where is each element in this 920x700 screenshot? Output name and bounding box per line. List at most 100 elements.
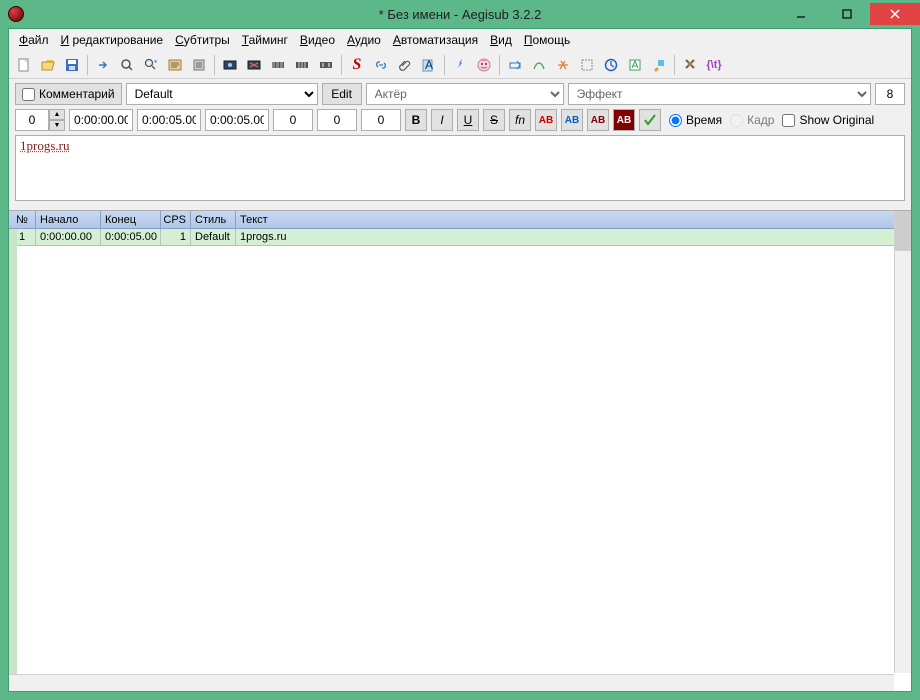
comment-checkbox-wrap[interactable]: Комментарий: [15, 83, 122, 105]
client-area: ФайлИ редактированиеСубтитрыТаймингВидео…: [8, 28, 912, 692]
translation-assistant-icon[interactable]: [624, 54, 646, 76]
menu-file[interactable]: Файл: [13, 31, 55, 49]
menu-edit[interactable]: И редактирование: [55, 31, 170, 49]
bold-button[interactable]: B: [405, 109, 427, 131]
show-original-checkbox[interactable]: [782, 114, 795, 127]
shift-times-icon[interactable]: [504, 54, 526, 76]
italic-button[interactable]: I: [431, 109, 453, 131]
menu-video[interactable]: Видео: [294, 31, 341, 49]
outline-color-button[interactable]: AB: [587, 109, 609, 131]
layer-down-button[interactable]: ▼: [49, 120, 65, 131]
cell-style: Default: [191, 229, 236, 245]
menu-help[interactable]: Помощь: [518, 31, 576, 49]
menu-automation[interactable]: Автоматизация: [387, 31, 484, 49]
timing-postprocessor-icon[interactable]: [528, 54, 550, 76]
video-open-icon[interactable]: [219, 54, 241, 76]
fonts-collector-icon[interactable]: A: [418, 54, 440, 76]
grid-row[interactable]: 1 0:00:00.00 0:00:05.00 1 Default 1progs…: [9, 229, 911, 246]
edit-style-button[interactable]: Edit: [322, 83, 362, 105]
save-file-icon[interactable]: [61, 54, 83, 76]
menubar: ФайлИ редактированиеСубтитрыТаймингВидео…: [9, 29, 911, 51]
margin-right-input[interactable]: [317, 109, 357, 131]
menu-subtitles[interactable]: Субтитры: [169, 31, 236, 49]
arrow-right-icon[interactable]: [92, 54, 114, 76]
layer-input[interactable]: [15, 109, 49, 131]
styling-assistant-icon[interactable]: [648, 54, 670, 76]
assistant-icon[interactable]: [473, 54, 495, 76]
time-radio[interactable]: [669, 114, 682, 127]
app-icon: [8, 6, 24, 22]
vertical-scrollbar[interactable]: [894, 211, 911, 673]
attachments-icon[interactable]: [188, 54, 210, 76]
subtitle-text-input[interactable]: 1progs.ru: [15, 135, 905, 201]
cell-cps: 1: [161, 229, 191, 245]
spellcheck-icon[interactable]: [600, 54, 622, 76]
effect-input[interactable]: Эффект: [568, 83, 871, 105]
menu-timing[interactable]: Тайминг: [236, 31, 294, 49]
close-button[interactable]: [870, 3, 920, 25]
automation-icon[interactable]: [449, 54, 471, 76]
underline-button[interactable]: U: [457, 109, 479, 131]
cell-end: 0:00:05.00: [101, 229, 161, 245]
app-window: * Без имени - Aegisub 3.2.2 ФайлИ редакт…: [0, 0, 920, 700]
cell-text: 1progs.ru: [236, 229, 911, 245]
comment-checkbox[interactable]: [22, 88, 35, 101]
frame-radio: [730, 114, 743, 127]
col-text[interactable]: Текст: [236, 211, 911, 228]
frame-mode-radio[interactable]: Кадр: [730, 113, 774, 127]
titlebar: * Без имени - Aegisub 3.2.2: [0, 0, 920, 28]
end-time-input[interactable]: [137, 109, 201, 131]
subtitle-text-wrap: 1progs.ru: [15, 135, 905, 204]
main-toolbar: S A {\t}: [9, 51, 911, 79]
menu-audio[interactable]: Аудио: [341, 31, 387, 49]
col-start[interactable]: Начало: [36, 211, 101, 228]
options-icon[interactable]: [679, 54, 701, 76]
search-replace-icon[interactable]: [140, 54, 162, 76]
maximize-button[interactable]: [824, 3, 870, 25]
video-close-icon[interactable]: [243, 54, 265, 76]
toolbar-separator: [341, 55, 342, 75]
styles-manager-icon[interactable]: S: [346, 54, 368, 76]
font-name-button[interactable]: fn: [509, 109, 531, 131]
primary-color-button[interactable]: AB: [535, 109, 557, 131]
col-style[interactable]: Стиль: [191, 211, 236, 228]
subtitle-grid: № Начало Конец CPS Стиль Текст 1 0:00:00…: [9, 210, 911, 691]
margin-left-input[interactable]: [273, 109, 313, 131]
show-original-check[interactable]: Show Original: [782, 113, 874, 127]
time-mode-radio[interactable]: Время: [669, 113, 722, 127]
style-select[interactable]: Default: [126, 83, 318, 105]
timeline-icon-1[interactable]: [267, 54, 289, 76]
attachment-clip-icon[interactable]: [394, 54, 416, 76]
window-buttons: [778, 3, 920, 25]
new-file-icon[interactable]: [13, 54, 35, 76]
open-file-icon[interactable]: [37, 54, 59, 76]
toolbar-separator: [444, 55, 445, 75]
col-cps[interactable]: CPS: [161, 211, 191, 228]
secondary-color-button[interactable]: AB: [561, 109, 583, 131]
minimize-button[interactable]: [778, 3, 824, 25]
resample-icon[interactable]: [576, 54, 598, 76]
timeline-icon-2[interactable]: [291, 54, 313, 76]
horizontal-scrollbar[interactable]: [9, 674, 894, 691]
shadow-color-button[interactable]: AB: [613, 109, 635, 131]
cycle-tag-icon[interactable]: {\t}: [703, 54, 725, 76]
layer-up-button[interactable]: ▲: [49, 109, 65, 120]
commit-button[interactable]: [639, 109, 661, 131]
edit-row-timing: ▲ ▼ B I U S fn AB AB AB AB Время: [9, 109, 911, 135]
timeline-icon-3[interactable]: [315, 54, 337, 76]
search-icon[interactable]: [116, 54, 138, 76]
properties-icon[interactable]: [164, 54, 186, 76]
kanji-timer-icon[interactable]: [552, 54, 574, 76]
col-num[interactable]: №: [9, 211, 36, 228]
link-icon[interactable]: [370, 54, 392, 76]
start-time-input[interactable]: [69, 109, 133, 131]
col-end[interactable]: Конец: [101, 211, 161, 228]
toolbar-separator: [674, 55, 675, 75]
char-count: [875, 83, 905, 105]
margin-vertical-input[interactable]: [361, 109, 401, 131]
duration-input[interactable]: [205, 109, 269, 131]
scrollbar-thumb[interactable]: [895, 211, 911, 251]
strikeout-button[interactable]: S: [483, 109, 505, 131]
actor-input[interactable]: Актёр: [366, 83, 564, 105]
menu-view[interactable]: Вид: [484, 31, 518, 49]
